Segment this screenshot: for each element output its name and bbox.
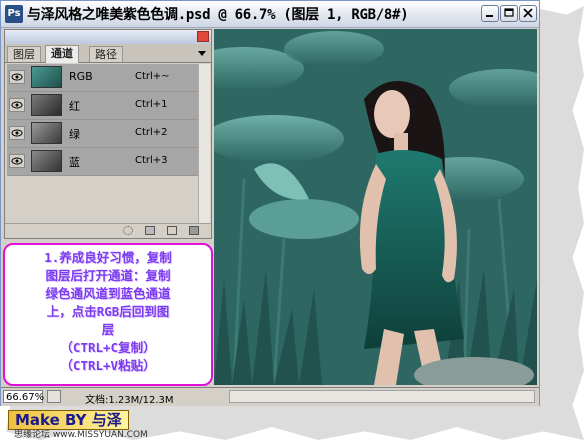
minimize-button[interactable]	[481, 5, 499, 22]
tab-layers[interactable]: 图层	[7, 46, 41, 62]
zoom-field[interactable]: 66.67%	[3, 390, 44, 403]
instruction-line: （CTRL+C复制）	[60, 340, 156, 355]
photoshop-app-icon: Ps	[5, 5, 23, 23]
maximize-button[interactable]	[500, 5, 518, 22]
channel-thumbnail	[31, 122, 62, 144]
tab-paths[interactable]: 路径	[89, 46, 123, 62]
palette-titlebar[interactable]	[5, 30, 211, 44]
channel-shortcut: Ctrl+~	[135, 71, 170, 82]
new-channel-icon[interactable]	[167, 226, 177, 235]
channel-shortcut: Ctrl+1	[135, 99, 168, 110]
site-watermark: 思缘论坛 www.MISSYUAN.COM	[14, 430, 148, 440]
channel-name: 红	[69, 100, 80, 113]
channel-shortcut: Ctrl+2	[135, 127, 168, 138]
navigator-icon[interactable]	[47, 390, 61, 403]
channel-name: 蓝	[69, 156, 80, 169]
close-button[interactable]	[519, 5, 537, 22]
instruction-line: 上，点击RGB后回到图	[46, 304, 170, 319]
channel-row-green[interactable]: 绿 Ctrl+2	[7, 120, 201, 148]
delete-channel-icon[interactable]	[189, 226, 199, 235]
tab-channels[interactable]: 通道	[45, 45, 79, 63]
palette-footer	[5, 223, 211, 238]
document-window: Ps 与泽风格之唯美紫色色调.psd @ 66.7% (图层 1, RGB/8#…	[0, 0, 540, 406]
visibility-eye-icon[interactable]	[9, 70, 25, 84]
channel-shortcut: Ctrl+3	[135, 155, 168, 166]
channel-row-rgb[interactable]: RGB Ctrl+~	[7, 64, 201, 92]
instruction-line: 1.养成良好习惯，复制	[44, 250, 172, 265]
channel-row-blue[interactable]: 蓝 Ctrl+3	[7, 148, 201, 176]
instruction-note: 1.养成良好习惯，复制 图层后打开通道：复制 绿色通风道到蓝色通道 上，点击RG…	[3, 243, 213, 386]
photo-illustration	[214, 29, 537, 385]
channel-name: 绿	[69, 128, 80, 141]
photo-canvas[interactable]	[214, 29, 537, 385]
channel-name: RGB	[69, 70, 93, 83]
visibility-eye-icon[interactable]	[9, 154, 25, 168]
visibility-eye-icon[interactable]	[9, 98, 25, 112]
channel-row-red[interactable]: 红 Ctrl+1	[7, 92, 201, 120]
document-size: 文档:1.23M/12.3M	[85, 395, 174, 406]
load-selection-icon[interactable]	[123, 226, 133, 235]
palette-menu-arrow-icon[interactable]	[197, 48, 207, 58]
horizontal-scrollbar[interactable]	[229, 390, 535, 403]
palette-close-icon[interactable]	[197, 31, 209, 42]
status-bar: 66.67% 文档:1.23M/12.3M	[1, 387, 539, 406]
save-selection-icon[interactable]	[145, 226, 155, 235]
instruction-line: 图层后打开通道：复制	[45, 268, 171, 283]
instruction-line: 层	[101, 322, 115, 337]
channel-thumbnail	[31, 150, 62, 172]
visibility-eye-icon[interactable]	[9, 126, 25, 140]
instruction-line: （CTRL+V粘贴）	[60, 358, 156, 373]
window-title: 与泽风格之唯美紫色色调.psd @ 66.7% (图层 1, RGB/8#)	[27, 7, 409, 23]
instruction-line: 绿色通风道到蓝色通道	[45, 286, 171, 301]
palette-scrollbar[interactable]	[198, 64, 210, 226]
palette-tabs: 图层 通道 路径	[5, 44, 211, 63]
channel-thumbnail	[31, 66, 62, 88]
channel-thumbnail	[31, 94, 62, 116]
channels-palette: 图层 通道 路径 RGB Ctrl+~ 红 Ctrl+1 绿 Ctrl+2 蓝 …	[4, 29, 212, 239]
title-bar[interactable]: Ps 与泽风格之唯美紫色色调.psd @ 66.7% (图层 1, RGB/8#…	[1, 1, 539, 28]
channel-list: RGB Ctrl+~ 红 Ctrl+1 绿 Ctrl+2 蓝 Ctrl+3	[7, 64, 201, 176]
